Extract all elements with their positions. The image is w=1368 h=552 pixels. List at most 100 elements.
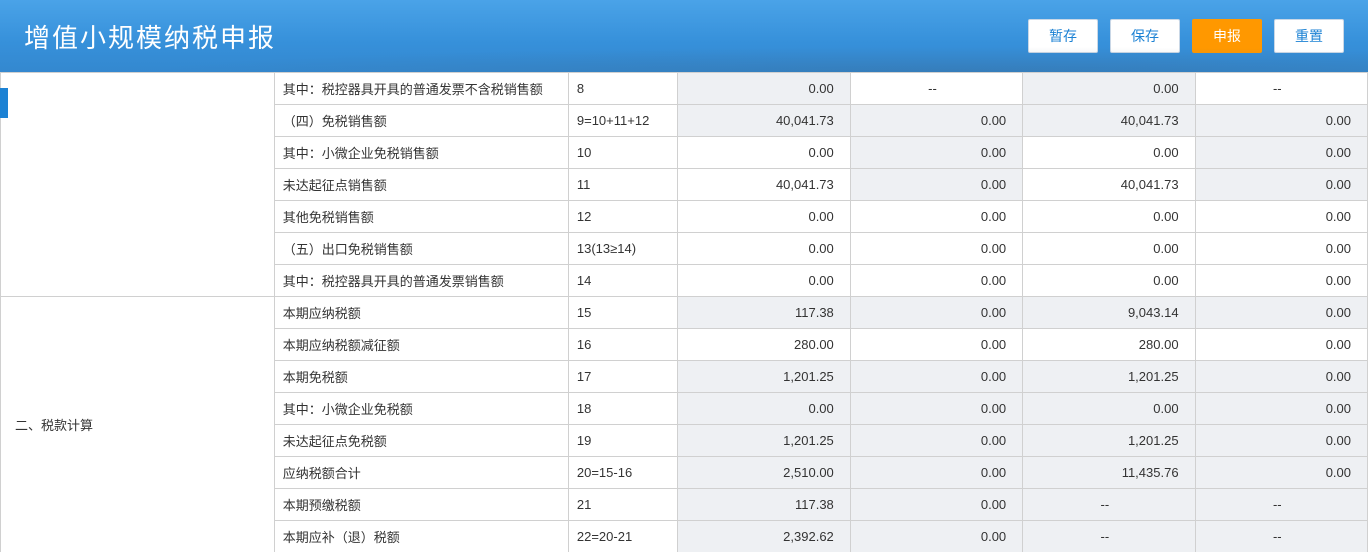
row-label: 其中：小微企业免税额: [274, 393, 568, 425]
value-cell: 0.00: [1023, 393, 1195, 425]
sidebar-tab-indicator[interactable]: [0, 88, 8, 118]
value-cell: 117.38: [678, 489, 850, 521]
table-row: 其中：税控器具开具的普通发票不含税销售额80.00--0.00--: [1, 73, 1368, 105]
value-cell: 0.00: [1195, 105, 1367, 137]
value-cell[interactable]: 0.00: [1195, 201, 1367, 233]
row-label: 本期免税额: [274, 361, 568, 393]
row-label: 其中：税控器具开具的普通发票不含税销售额: [274, 73, 568, 105]
value-cell: 40,041.73: [1023, 105, 1195, 137]
value-cell: 0.00: [850, 457, 1022, 489]
value-cell[interactable]: 0.00: [678, 137, 850, 169]
value-cell: 40,041.73: [678, 105, 850, 137]
value-cell: --: [850, 73, 1022, 105]
row-label: 应纳税额合计: [274, 457, 568, 489]
row-code: 16: [568, 329, 678, 361]
value-cell: 0.00: [850, 361, 1022, 393]
value-cell[interactable]: 40,041.73: [1023, 169, 1195, 201]
row-code: 9=10+11+12: [568, 105, 678, 137]
value-cell: 0.00: [850, 393, 1022, 425]
row-label: 其他免税销售额: [274, 201, 568, 233]
value-cell: --: [1195, 73, 1367, 105]
value-cell: 0.00: [1195, 297, 1367, 329]
section-cell: [1, 73, 275, 297]
row-code: 8: [568, 73, 678, 105]
value-cell: 11,435.76: [1023, 457, 1195, 489]
value-cell[interactable]: 0.00: [1195, 265, 1367, 297]
section-cell: 二、税款计算: [1, 297, 275, 552]
value-cell: 0.00: [850, 297, 1022, 329]
value-cell: 0.00: [678, 73, 850, 105]
value-cell: 0.00: [850, 105, 1022, 137]
value-cell: 0.00: [850, 489, 1022, 521]
row-code: 14: [568, 265, 678, 297]
value-cell: 0.00: [850, 425, 1022, 457]
row-label: 本期应补（退）税额: [274, 521, 568, 552]
header-buttons: 暂存 保存 申报 重置: [1028, 19, 1344, 53]
page-title: 增值小规模纳税申报: [24, 18, 276, 55]
value-cell[interactable]: 280.00: [678, 329, 850, 361]
content-area: 其中：税控器具开具的普通发票不含税销售额80.00--0.00--（四）免税销售…: [0, 72, 1368, 552]
row-label: 其中：税控器具开具的普通发票销售额: [274, 265, 568, 297]
row-label: （四）免税销售额: [274, 105, 568, 137]
row-label: 未达起征点免税额: [274, 425, 568, 457]
row-code: 15: [568, 297, 678, 329]
row-label: 本期应纳税额: [274, 297, 568, 329]
row-label: （五）出口免税销售额: [274, 233, 568, 265]
save-button[interactable]: 保存: [1110, 19, 1180, 53]
row-code: 22=20-21: [568, 521, 678, 552]
value-cell: 2,510.00: [678, 457, 850, 489]
value-cell: --: [1195, 489, 1367, 521]
value-cell[interactable]: 0.00: [678, 265, 850, 297]
value-cell: 2,392.62: [678, 521, 850, 552]
value-cell: 0.00: [678, 393, 850, 425]
row-code: 13(13≥14): [568, 233, 678, 265]
value-cell: 0.00: [1195, 393, 1367, 425]
row-label: 本期应纳税额减征额: [274, 329, 568, 361]
value-cell: 0.00: [1195, 137, 1367, 169]
value-cell: --: [1023, 489, 1195, 521]
value-cell[interactable]: 0.00: [1195, 329, 1367, 361]
row-label: 本期预缴税额: [274, 489, 568, 521]
value-cell[interactable]: 0.00: [850, 329, 1022, 361]
value-cell: 1,201.25: [1023, 425, 1195, 457]
value-cell[interactable]: 0.00: [850, 265, 1022, 297]
row-code: 11: [568, 169, 678, 201]
value-cell[interactable]: 0.00: [1023, 265, 1195, 297]
value-cell: 0.00: [1195, 425, 1367, 457]
page-header: 增值小规模纳税申报 暂存 保存 申报 重置: [0, 0, 1368, 72]
value-cell: 0.00: [1195, 457, 1367, 489]
row-code: 20=15-16: [568, 457, 678, 489]
row-code: 10: [568, 137, 678, 169]
row-code: 17: [568, 361, 678, 393]
value-cell: 0.00: [850, 521, 1022, 552]
value-cell: 0.00: [1195, 169, 1367, 201]
value-cell[interactable]: 0.00: [1023, 233, 1195, 265]
value-cell: 0.00: [1195, 361, 1367, 393]
row-code: 19: [568, 425, 678, 457]
value-cell: 0.00: [850, 169, 1022, 201]
value-cell[interactable]: 0.00: [678, 201, 850, 233]
value-cell: 0.00: [1023, 73, 1195, 105]
value-cell[interactable]: 0.00: [850, 233, 1022, 265]
row-code: 18: [568, 393, 678, 425]
value-cell[interactable]: 0.00: [1023, 201, 1195, 233]
value-cell: --: [1023, 521, 1195, 552]
value-cell: 117.38: [678, 297, 850, 329]
value-cell[interactable]: 0.00: [1195, 233, 1367, 265]
value-cell: 0.00: [850, 137, 1022, 169]
value-cell: 1,201.25: [678, 425, 850, 457]
row-code: 12: [568, 201, 678, 233]
temp-save-button[interactable]: 暂存: [1028, 19, 1098, 53]
value-cell[interactable]: 0.00: [1023, 137, 1195, 169]
value-cell: 1,201.25: [1023, 361, 1195, 393]
value-cell: 9,043.14: [1023, 297, 1195, 329]
value-cell[interactable]: 0.00: [678, 233, 850, 265]
tax-table: 其中：税控器具开具的普通发票不含税销售额80.00--0.00--（四）免税销售…: [0, 72, 1368, 552]
value-cell[interactable]: 280.00: [1023, 329, 1195, 361]
reset-button[interactable]: 重置: [1274, 19, 1344, 53]
row-label: 未达起征点销售额: [274, 169, 568, 201]
table-row: 二、税款计算本期应纳税额15117.380.009,043.140.00: [1, 297, 1368, 329]
value-cell[interactable]: 40,041.73: [678, 169, 850, 201]
submit-button[interactable]: 申报: [1192, 19, 1262, 53]
value-cell[interactable]: 0.00: [850, 201, 1022, 233]
